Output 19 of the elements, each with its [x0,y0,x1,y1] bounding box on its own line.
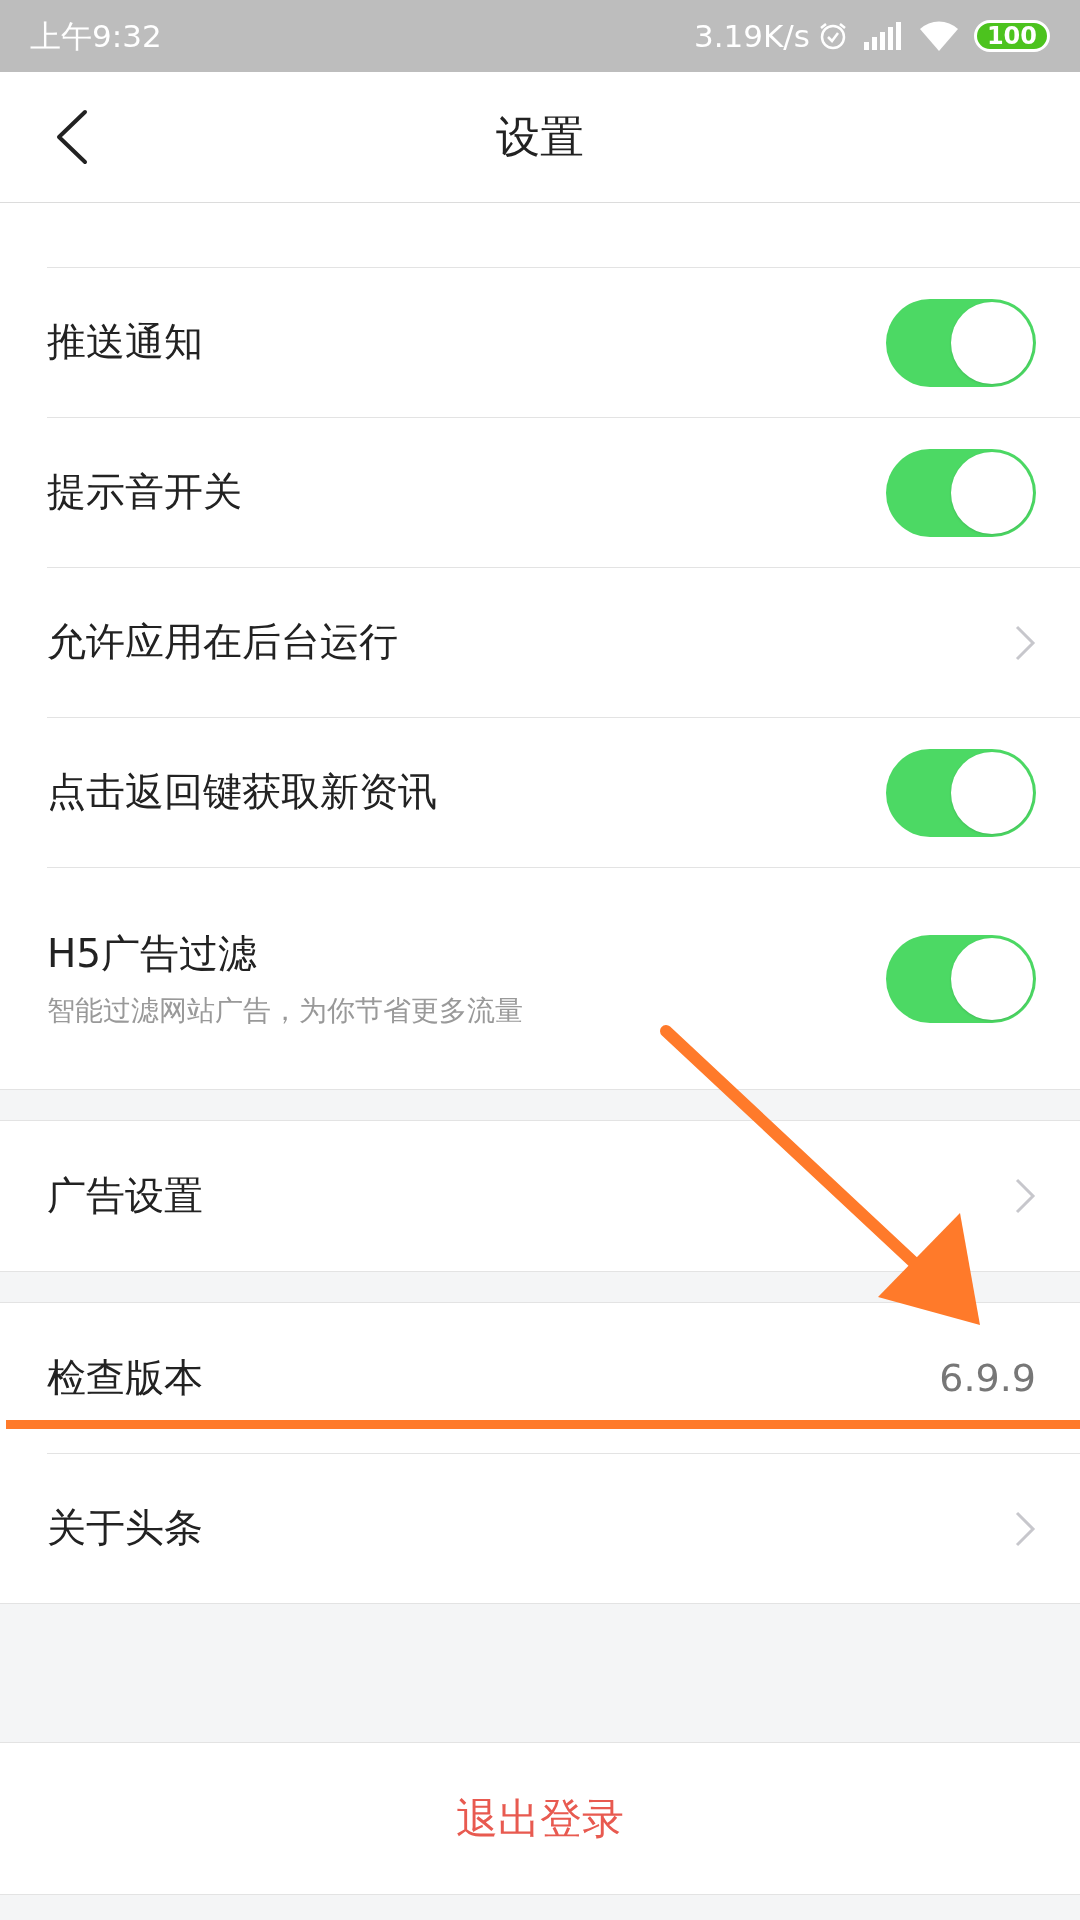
signal-icon [863,22,904,50]
setting-label[interactable]: 推送通知 [47,313,886,372]
setting-description: 智能过滤网站广告，为你节省更多流量 [47,992,524,1029]
chevron-icon [1014,623,1036,662]
wifi-icon [919,21,958,51]
setting-label[interactable]: 点击返回键获取新资讯 [47,763,886,822]
version-value: 6.9.9 [939,1354,1036,1402]
battery-indicator: 100 [973,20,1050,52]
network-speed: 3.19K/s [693,16,810,56]
chevron-icon [1014,1509,1036,1548]
setting-label[interactable]: H5广告过滤 [47,925,886,984]
setting-label[interactable]: 关于头条 [47,1499,1014,1558]
back-icon[interactable] [55,109,89,165]
setting-label[interactable]: 允许应用在后台运行 [47,613,1014,672]
setting-label[interactable]: 检查版本 [47,1348,940,1408]
page-title: 设置 [496,110,584,164]
status-time: 上午9:32 [30,16,162,56]
setting-label[interactable]: 提示音开关 [47,463,886,522]
chevron-icon [1014,1177,1036,1215]
